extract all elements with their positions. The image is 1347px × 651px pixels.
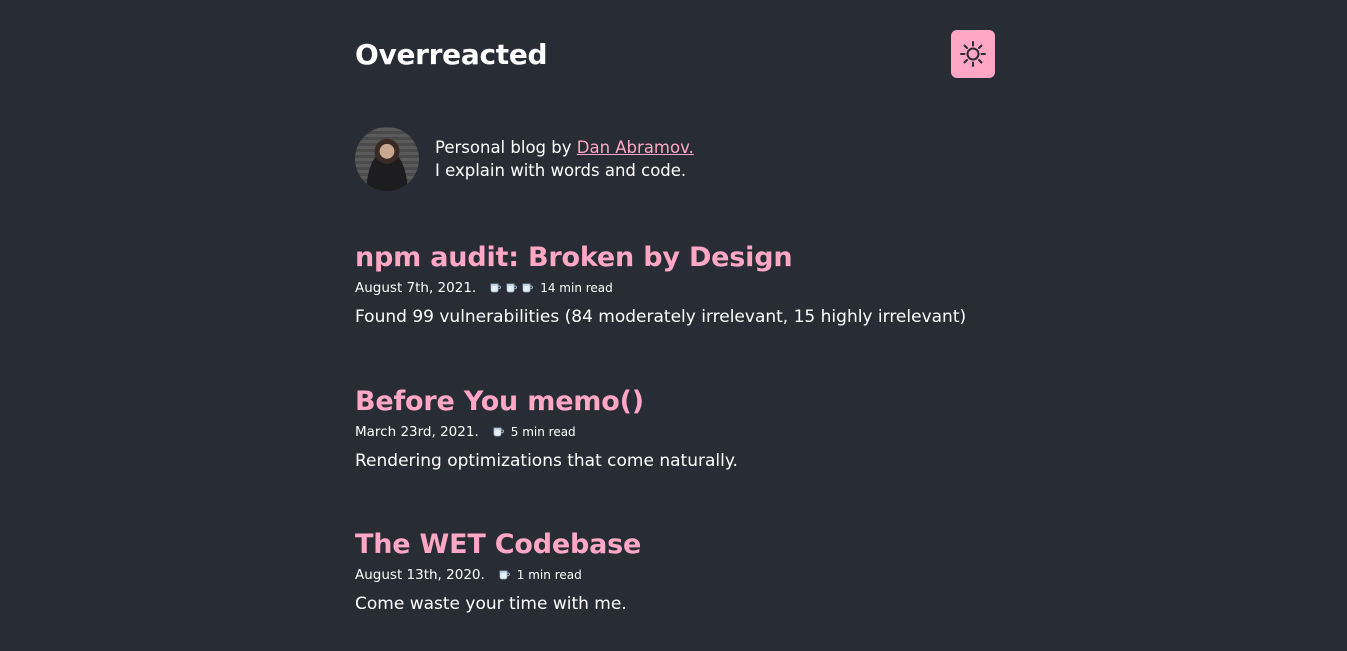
bio-line-1: Personal blog by Dan Abramov. — [435, 136, 694, 159]
post-meta: August 13th, 2020. 1 min read — [355, 566, 641, 584]
post-title-link[interactable]: Before You memo() — [355, 385, 738, 419]
bio-text: Personal blog by Dan Abramov. I explain … — [435, 136, 694, 182]
post-item: Before You memo() March 23rd, 2021. 5 mi… — [355, 385, 738, 473]
sun-icon — [960, 41, 986, 67]
coffee-cup-icon — [490, 282, 502, 294]
post-item: npm audit: Broken by Design August 7th, … — [355, 241, 966, 329]
read-time: 14 min read — [540, 281, 613, 295]
coffee-cup-icon — [522, 282, 534, 294]
post-meta: March 23rd, 2021. 5 min read — [355, 423, 738, 441]
coffee-cup-icon — [506, 282, 518, 294]
post-meta: August 7th, 2021. 14 min read — [355, 279, 966, 297]
read-time-cups — [490, 282, 538, 294]
bio: Personal blog by Dan Abramov. I explain … — [355, 127, 694, 191]
theme-toggle-button[interactable] — [951, 30, 995, 78]
post-title-link[interactable]: The WET Codebase — [355, 528, 641, 562]
avatar — [355, 127, 419, 191]
post-item: The WET Codebase August 13th, 2020. 1 mi… — [355, 528, 641, 616]
read-time: 5 min read — [510, 425, 576, 439]
post-date: August 13th, 2020. — [355, 567, 485, 583]
post-spoiler: Come waste your time with me. — [355, 594, 627, 614]
author-link[interactable]: Dan Abramov. — [577, 138, 694, 157]
post-date: August 7th, 2021. — [355, 280, 477, 296]
post-date: March 23rd, 2021. — [355, 424, 479, 440]
post-spoiler: Found 99 vulnerabilities (84 moderately … — [355, 307, 967, 327]
read-time-cups — [493, 426, 509, 438]
post-title-link[interactable]: npm audit: Broken by Design — [355, 241, 966, 275]
bio-prefix: Personal blog by — [435, 138, 577, 157]
coffee-cup-icon — [499, 569, 510, 581]
site-title[interactable]: Overreacted — [355, 38, 548, 71]
coffee-cup-icon — [493, 426, 504, 438]
post-spoiler: Rendering optimizations that come natura… — [355, 451, 738, 471]
read-time-cups — [499, 569, 515, 581]
read-time: 1 min read — [516, 568, 582, 582]
bio-line-2: I explain with words and code. — [435, 161, 687, 180]
